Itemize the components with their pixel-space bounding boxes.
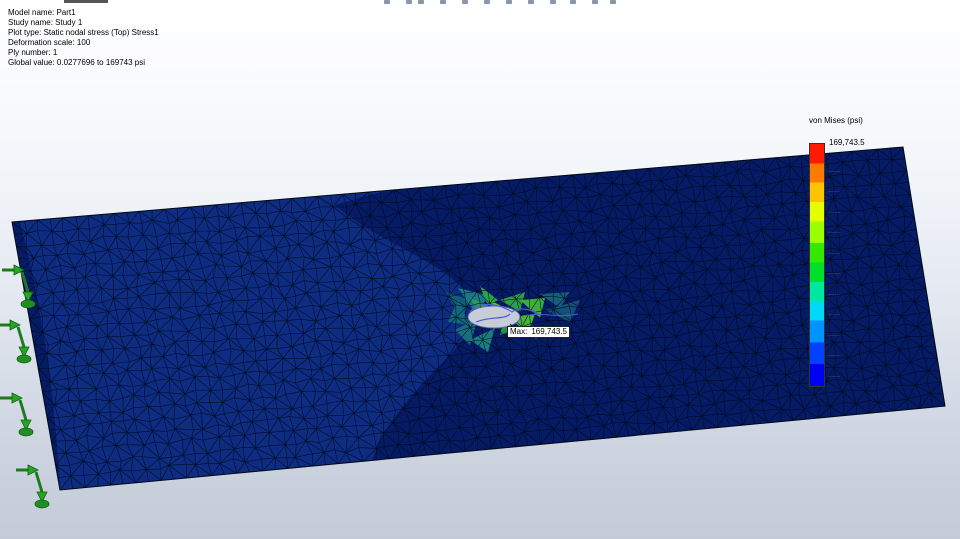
legend-max-value: 169,743.5 — [829, 138, 865, 147]
fixture-arrow-icon — [0, 392, 34, 437]
max-annotation[interactable]: Max: 169,743.5 — [507, 326, 570, 338]
max-label-value: 169,743.5 — [531, 327, 567, 336]
legend-tick-mark: ―― — [828, 271, 840, 277]
study-name-text: Study name: Study 1 — [8, 18, 83, 27]
legend-tick-mark: ―― — [828, 312, 840, 318]
legend-tick-mark: ―― — [828, 332, 840, 339]
legend-tick-mark: ―― — [828, 291, 840, 298]
model-name-text: Model name: Part1 — [8, 8, 76, 17]
legend-tick-mark: ―― — [828, 189, 840, 195]
legend-tick-mark: ―― — [828, 250, 840, 257]
legend-tick-mark: ―― — [828, 168, 840, 175]
legend-title: von Mises (psi) — [809, 116, 863, 125]
plot-info: Model name: Part1 Study name: Study 1 Pl… — [8, 8, 159, 68]
plot-type-text: Plot type: Static nodal stress (Top) Str… — [8, 28, 159, 37]
legend-tick-mark: ―― — [828, 209, 840, 216]
max-label-prefix: Max: — [510, 327, 528, 336]
fixture-arrow-icon — [16, 464, 50, 509]
deformation-scale-text: Deformation scale: 100 — [8, 38, 91, 47]
legend-tick-mark: ―― — [828, 353, 840, 359]
legend-tick-mark: ―― — [828, 230, 840, 236]
color-legend-bar[interactable] — [809, 143, 825, 387]
fixture-arrow-icon — [0, 319, 32, 364]
legend-tick-mark: ―― — [828, 373, 840, 380]
ply-number-text: Ply number: 1 — [8, 48, 58, 57]
global-value-text: Global value: 0.0277696 to 169743 psi — [8, 58, 145, 67]
